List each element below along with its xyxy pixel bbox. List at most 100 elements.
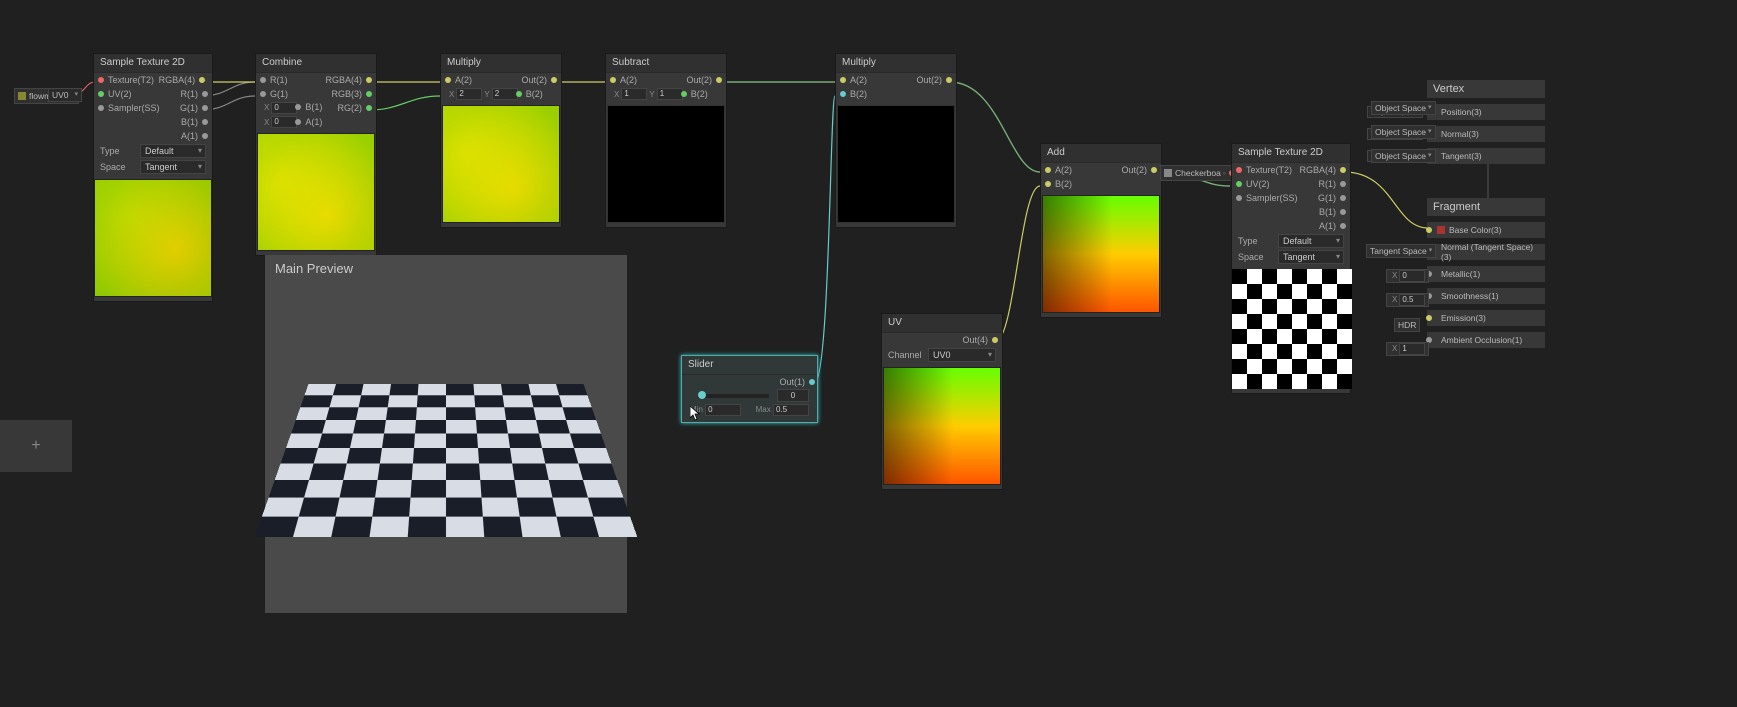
dropdown-space[interactable]: Tangent [140, 160, 206, 174]
chip-object-space-3[interactable]: Object Space▾ [1371, 149, 1436, 163]
node-title: Multiply [836, 54, 956, 73]
master-row-normal: Normal (Tangent Space)(3) [1427, 244, 1545, 260]
dropdown-type[interactable]: Default [140, 144, 206, 158]
mouse-cursor-icon [690, 406, 702, 422]
node-title: Multiply [441, 54, 561, 73]
blackboard-add-button[interactable]: + [0, 420, 72, 472]
port-b[interactable] [840, 91, 846, 97]
master-title: Vertex [1427, 80, 1545, 98]
port-g[interactable] [260, 91, 266, 97]
node-title: Sample Texture 2D [94, 54, 212, 73]
chip-hdr[interactable]: HDR [1394, 318, 1420, 332]
master-row-position: Object SpacePosition(3) [1427, 104, 1545, 120]
port-r[interactable] [202, 91, 208, 97]
port-out[interactable] [809, 379, 815, 385]
node-subtract[interactable]: Subtract A(2)Out(2) X1Y1B(2) [605, 53, 727, 228]
port-b[interactable] [1045, 181, 1051, 187]
dropdown-type[interactable]: Default [1278, 234, 1344, 248]
port-out[interactable] [992, 337, 998, 343]
main-preview-window[interactable]: Main Preview [265, 255, 627, 613]
port-texture[interactable] [98, 77, 104, 83]
input-b[interactable]: 0 [271, 102, 297, 114]
expand-icon[interactable]: ◦ [1223, 166, 1226, 180]
chip-metallic[interactable]: X0 [1386, 269, 1429, 283]
port-rgba[interactable] [366, 77, 372, 83]
node-uv[interactable]: UV Out(4) ChannelUV0 [881, 313, 1003, 490]
port-uv[interactable] [98, 91, 104, 97]
master-title: Fragment [1427, 198, 1545, 216]
node-preview [607, 105, 725, 223]
port-texture[interactable] [1236, 167, 1242, 173]
node-title: Subtract [606, 54, 726, 73]
property-checkerboard[interactable]: Checkerboa ◦ [1160, 165, 1237, 181]
input-by[interactable]: 1 [657, 88, 683, 100]
port-a[interactable] [610, 77, 616, 83]
node-sample-texture-2d-1[interactable]: Sample Texture 2D Texture(T2)RGBA(4)◦ UV… [93, 53, 213, 302]
port-uv[interactable] [1236, 181, 1242, 187]
port-g[interactable] [202, 105, 208, 111]
chip-tangent-space[interactable]: Tangent Space▾ [1366, 244, 1436, 258]
input-by[interactable]: 2 [492, 88, 518, 100]
node-preview [1042, 195, 1160, 313]
port-a[interactable] [445, 77, 451, 83]
node-sample-texture-2d-2[interactable]: Sample Texture 2D Texture(T2)RGBA(4) UV(… [1231, 143, 1351, 394]
port-r[interactable] [1340, 181, 1346, 187]
port-in[interactable] [1426, 315, 1432, 321]
dropdown-channel[interactable]: UV0 [928, 348, 996, 362]
node-add[interactable]: Add A(2)Out(2) B(2) [1040, 143, 1162, 318]
port-b[interactable] [1340, 209, 1346, 215]
master-vertex[interactable]: Vertex Object SpacePosition(3) Object Sp… [1427, 80, 1545, 164]
master-fragment[interactable]: Fragment Base Color(3) Normal (Tangent S… [1427, 198, 1545, 348]
node-preview [442, 105, 560, 223]
port-b[interactable] [202, 119, 208, 125]
port-b[interactable] [681, 91, 687, 97]
master-row-emission: Emission(3) [1427, 310, 1545, 326]
port-a[interactable] [840, 77, 846, 83]
port-out[interactable] [1151, 167, 1157, 173]
port-sampler[interactable] [1236, 195, 1242, 201]
port-b[interactable] [516, 91, 522, 97]
port-a[interactable] [202, 133, 208, 139]
port-rgba[interactable] [1340, 167, 1346, 173]
node-preview [883, 367, 1001, 485]
master-row-metallic: Metallic(1) [1427, 266, 1545, 282]
node-multiply-1[interactable]: Multiply A(2)Out(2) X2Y2B(2) [440, 53, 562, 228]
port-out[interactable] [946, 77, 952, 83]
slider-handle[interactable] [698, 391, 706, 399]
port-g[interactable] [1340, 195, 1346, 201]
port-rg[interactable] [366, 105, 372, 111]
input-bx[interactable]: 2 [456, 88, 482, 100]
expand-icon[interactable]: ◦ [203, 76, 206, 85]
slider-value[interactable]: 0 [777, 389, 809, 402]
port-sampler[interactable] [98, 105, 104, 111]
chip-ao[interactable]: X1 [1386, 342, 1429, 356]
chip-object-space-2[interactable]: Object Space▾ [1371, 125, 1436, 139]
port-rgb[interactable] [366, 91, 372, 97]
slider-max[interactable]: 0.5 [773, 404, 809, 416]
port-a[interactable] [1340, 223, 1346, 229]
slider-track[interactable] [698, 394, 769, 398]
slider-min[interactable]: 0 [705, 404, 741, 416]
port-in[interactable] [1426, 227, 1432, 233]
port-r[interactable] [260, 77, 266, 83]
uv0-dropdown[interactable]: UV0▾ [48, 88, 82, 102]
node-title: Combine [256, 54, 376, 73]
node-preview [837, 105, 955, 223]
node-combine[interactable]: Combine R(1)RGBA(4) G(1)RGB(3) X0B(1)RG(… [255, 53, 377, 256]
swatch-icon [1164, 169, 1172, 177]
port-out[interactable] [716, 77, 722, 83]
input-a[interactable]: 0 [271, 116, 297, 128]
main-preview-viewport[interactable] [265, 283, 627, 613]
port-out[interactable] [551, 77, 557, 83]
port-a[interactable] [1045, 167, 1051, 173]
master-row-tangent: Object SpaceTangent(3) [1427, 148, 1545, 164]
chip-smoothness[interactable]: X0.5 [1386, 293, 1429, 307]
node-title: Sample Texture 2D [1232, 144, 1350, 163]
node-multiply-2[interactable]: Multiply A(2)Out(2) B(2) [835, 53, 957, 228]
chip-object-space-1[interactable]: Object Space▾ [1371, 101, 1436, 115]
main-preview-title: Main Preview [265, 255, 627, 283]
node-preview [94, 179, 212, 297]
input-bx[interactable]: 1 [621, 88, 647, 100]
node-title: UV [882, 314, 1002, 333]
dropdown-space[interactable]: Tangent [1278, 250, 1344, 264]
